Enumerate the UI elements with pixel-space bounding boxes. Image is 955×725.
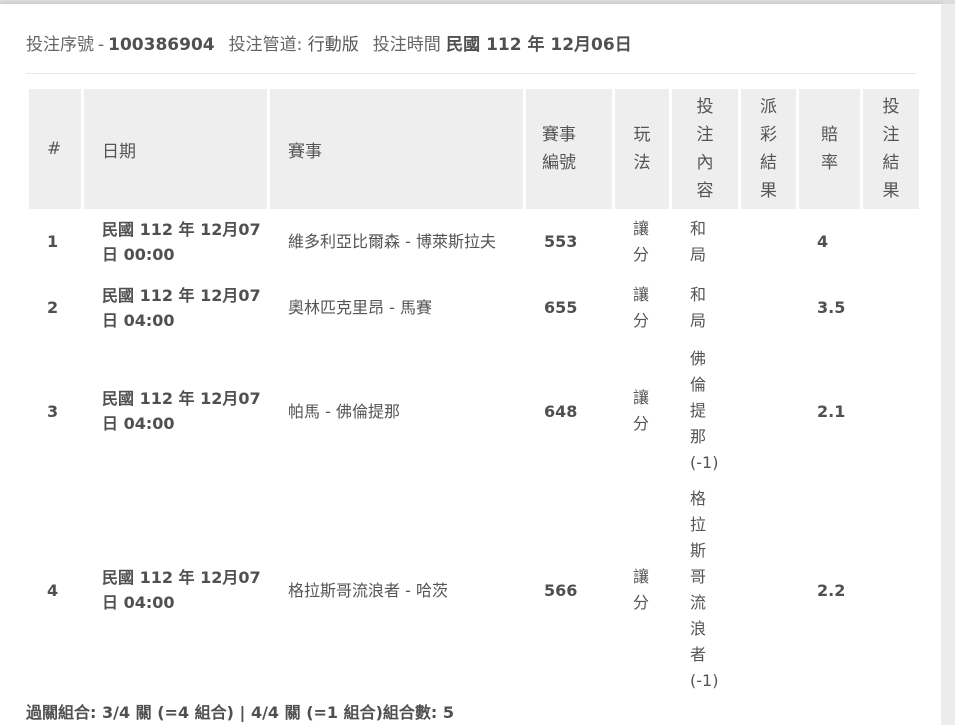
row-play: 讓分: [615, 341, 669, 481]
row-index: 2: [47, 298, 59, 317]
row-content-text: 佛倫提那 (-1): [690, 349, 719, 472]
row-date: 民國 112 年 12月07日 00:00: [84, 209, 267, 274]
row-index: 3: [47, 401, 59, 421]
header-draw-result-text: 派彩結果: [760, 97, 777, 201]
table-header-row: # 日期 賽事 賽事編號 玩法 投注內容 派彩結果 賠率 投注結果: [29, 89, 919, 209]
row-match: 格拉斯哥流浪者 - 哈茨: [288, 580, 448, 600]
channel-label: 投注管道:: [228, 35, 303, 55]
row-match-no: 648: [544, 401, 578, 421]
serial-value: 100386904: [108, 35, 215, 55]
row-content: 和局: [672, 209, 738, 274]
header-odds: 賠率: [799, 89, 860, 209]
header-bet-result-text: 投注結果: [882, 97, 900, 201]
serial-label: 投注序號: [26, 35, 94, 55]
row-odds: 2.2: [817, 580, 846, 600]
row-date-text: 民國 112 年 12月07日 00:00: [102, 219, 261, 264]
row-odds: 2.1: [817, 401, 846, 421]
row-odds: 3.5: [817, 298, 846, 317]
row-match: 帕馬 - 佛倫提那: [288, 401, 400, 421]
row-match-no: 655: [544, 298, 578, 317]
header-match-no: 賽事編號: [526, 89, 612, 209]
header-content: 投注內容: [672, 89, 738, 209]
row-play-text: 讓分: [633, 567, 650, 612]
row-index: 4: [47, 580, 59, 600]
row-content: 佛倫提那 (-1): [672, 341, 738, 481]
row-play-text: 讓分: [633, 284, 650, 330]
header-play-text: 玩法: [633, 125, 651, 173]
table-row: 3 民國 112 年 12月07日 04:00 帕馬 - 佛倫提那 648 讓分…: [29, 341, 919, 481]
row-content-text: 格拉斯哥流浪者 (-1): [690, 489, 719, 690]
header-draw-result: 派彩結果: [741, 89, 796, 209]
row-match: 奧林匹克里昂 - 馬賽: [288, 298, 432, 317]
row-draw-result: [741, 481, 796, 699]
row-date-text: 民國 112 年 12月07日 04:00: [102, 285, 261, 330]
row-date: 民國 112 年 12月07日 04:00: [84, 481, 267, 699]
table-row: 2 民國 112 年 12月07日 04:00 奧林匹克里昂 - 馬賽 655 …: [29, 274, 919, 341]
row-bet-result: [863, 274, 919, 341]
row-odds: 4: [817, 232, 829, 251]
row-play: 讓分: [615, 209, 669, 274]
row-date: 民國 112 年 12月07日 04:00: [84, 274, 267, 341]
row-play: 讓分: [615, 481, 669, 699]
header-odds-text: 賠率: [821, 125, 838, 173]
row-draw-result: [741, 341, 796, 481]
header-match-no-text: 賽事編號: [542, 125, 576, 173]
row-content-text: 和局: [690, 218, 707, 264]
bet-meta-line: 投注序號 -100386904 投注管道: 行動版 投注時間 民國 112 年 12月…: [26, 33, 632, 57]
row-index: 1: [47, 232, 59, 251]
time-value: 民國 112 年 12月06日: [446, 35, 632, 55]
parlay-summary: 過關組合: 3/4 關 (=4 組合) | 4/4 關 (=1 組合)組合數: …: [26, 703, 455, 722]
row-date-text: 民國 112 年 12月07日 04:00: [102, 568, 261, 612]
header-content-text: 投注內容: [696, 97, 714, 201]
row-play-text: 讓分: [633, 218, 650, 264]
row-date-text: 民國 112 年 12月07日 04:00: [102, 389, 261, 433]
row-content: 和局: [672, 274, 738, 341]
row-content-text: 和局: [690, 284, 707, 330]
meta-divider: [26, 73, 916, 74]
row-match: 維多利亞比爾森 - 博萊斯拉夫: [288, 232, 496, 251]
header-bet-result: 投注結果: [863, 89, 919, 209]
row-match-no: 553: [544, 232, 578, 251]
header-play: 玩法: [615, 89, 669, 209]
row-date: 民國 112 年 12月07日 04:00: [84, 341, 267, 481]
scrollbar-track[interactable]: [941, 4, 955, 725]
header-index: #: [29, 89, 81, 209]
row-play: 讓分: [615, 274, 669, 341]
bet-table: # 日期 賽事 賽事編號 玩法 投注內容 派彩結果 賠率 投注結果 1 民國 1…: [26, 89, 922, 699]
row-content: 格拉斯哥流浪者 (-1): [672, 481, 738, 699]
row-bet-result: [863, 481, 919, 699]
row-bet-result: [863, 209, 919, 274]
row-match-no: 566: [544, 580, 578, 600]
row-draw-result: [741, 274, 796, 341]
time-label: 投注時間: [372, 35, 441, 55]
table-row: 1 民國 112 年 12月07日 00:00 維多利亞比爾森 - 博萊斯拉夫 …: [29, 209, 919, 274]
row-bet-result: [863, 341, 919, 481]
table-row: 4 民國 112 年 12月07日 04:00 格拉斯哥流浪者 - 哈茨 566…: [29, 481, 919, 699]
channel-value: 行動版: [307, 35, 359, 55]
row-draw-result: [741, 209, 796, 274]
serial-separator: -: [98, 35, 105, 55]
header-date: 日期: [84, 89, 267, 209]
row-play-text: 讓分: [633, 388, 650, 433]
header-match: 賽事: [270, 89, 523, 209]
